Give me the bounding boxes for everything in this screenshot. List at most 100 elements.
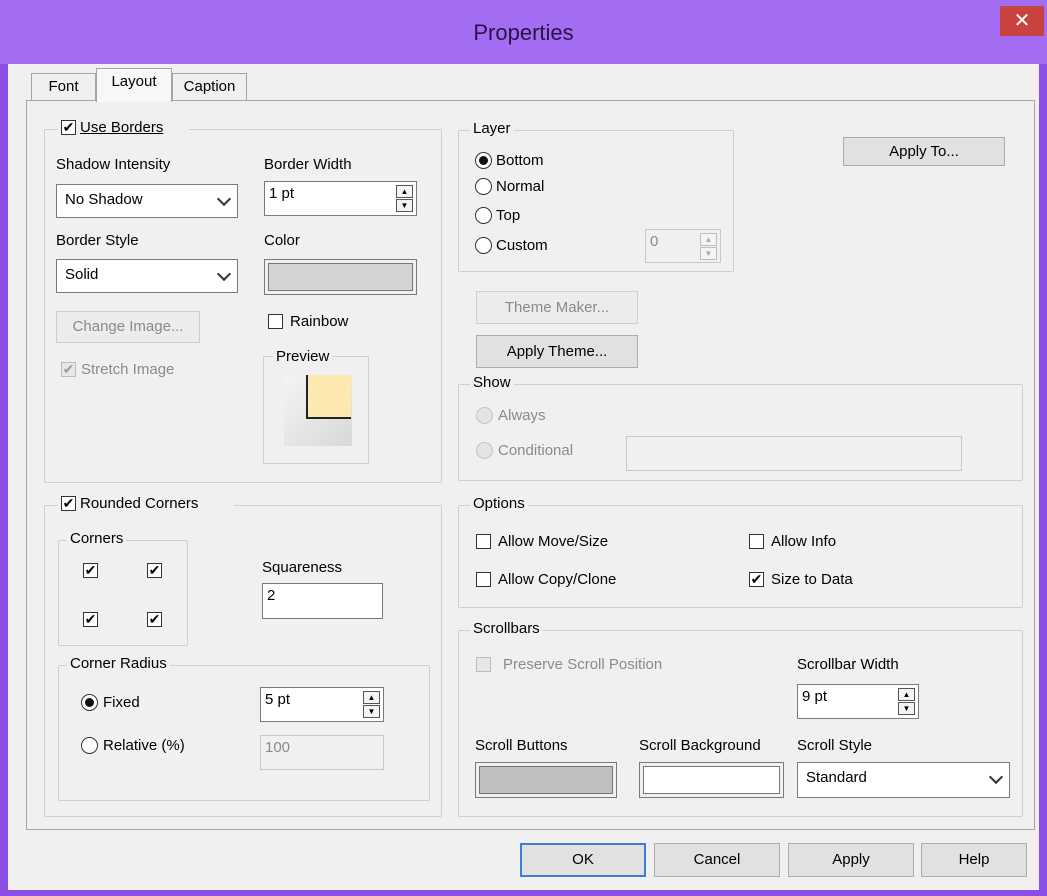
squareness-label: Squareness xyxy=(262,559,343,576)
fixed-radius-input[interactable]: 5 pt ▲ ▼ xyxy=(260,687,384,722)
shadow-intensity-value: No Shadow xyxy=(65,191,143,208)
apply-button[interactable]: Apply xyxy=(788,843,914,877)
layer-custom-radio[interactable] xyxy=(475,237,492,254)
layer-custom-input[interactable]: 0 ▲ ▼ xyxy=(645,229,721,263)
spin-up-icon[interactable]: ▲ xyxy=(898,688,915,701)
spin-down-icon[interactable]: ▼ xyxy=(363,705,380,718)
scroll-buttons-fill xyxy=(479,766,613,794)
tab-font[interactable]: Font xyxy=(31,73,96,100)
layer-custom-spinner[interactable]: ▲ ▼ xyxy=(700,233,717,261)
show-always-label: Always xyxy=(498,407,546,424)
corner-radius-label: Corner Radius xyxy=(67,655,170,673)
change-image-button[interactable]: Change Image... xyxy=(56,311,200,343)
border-width-input[interactable]: 1 pt ▲ ▼ xyxy=(264,181,417,216)
color-label: Color xyxy=(264,232,300,249)
layer-normal-radio[interactable] xyxy=(475,178,492,195)
scroll-background-label: Scroll Background xyxy=(639,737,761,754)
help-button[interactable]: Help xyxy=(921,843,1027,877)
scrollbar-width-spinner[interactable]: ▲ ▼ xyxy=(898,688,915,716)
allow-copy-clone-checkbox[interactable] xyxy=(476,572,491,587)
apply-to-button[interactable]: Apply To... xyxy=(843,137,1005,166)
scrollbar-width-input[interactable]: 9 pt ▲ ▼ xyxy=(797,684,919,719)
layer-top-radio[interactable] xyxy=(475,207,492,224)
corner-bottom-left-checkbox[interactable]: ✔ xyxy=(83,612,98,627)
spin-up-icon[interactable]: ▲ xyxy=(363,691,380,704)
close-button[interactable]: ✕ xyxy=(1000,6,1044,36)
conditional-input[interactable] xyxy=(626,436,962,471)
cancel-button[interactable]: Cancel xyxy=(654,843,780,877)
fixed-label: Fixed xyxy=(103,694,140,711)
scroll-style-value: Standard xyxy=(806,769,867,786)
border-style-value: Solid xyxy=(65,266,99,283)
corner-top-right-checkbox[interactable]: ✔ xyxy=(147,563,162,578)
corners-label: Corners xyxy=(67,530,127,548)
spin-down-icon[interactable]: ▼ xyxy=(898,702,915,715)
layer-label: Layer xyxy=(470,120,514,138)
relative-radius-input[interactable]: 100 xyxy=(260,735,384,770)
theme-maker-button[interactable]: Theme Maker... xyxy=(476,291,638,324)
ok-button[interactable]: OK xyxy=(520,843,646,877)
layer-bottom-radio[interactable] xyxy=(475,152,492,169)
spin-down-icon[interactable]: ▼ xyxy=(700,247,717,260)
layer-custom-label: Custom xyxy=(496,237,548,254)
show-conditional-label: Conditional xyxy=(498,442,574,459)
stretch-image-checkbox[interactable]: ✔ xyxy=(61,362,76,377)
chevron-down-icon xyxy=(216,266,232,282)
spin-up-icon[interactable]: ▲ xyxy=(396,185,413,198)
shadow-intensity-label: Shadow Intensity xyxy=(56,156,171,173)
border-style-select[interactable]: Solid xyxy=(56,259,238,293)
rounded-corners-checkbox[interactable]: ✔ xyxy=(61,496,76,511)
scroll-style-select[interactable]: Standard xyxy=(797,762,1010,798)
fixed-radio[interactable] xyxy=(81,694,98,711)
rainbow-checkbox[interactable] xyxy=(268,314,283,329)
allow-move-size-checkbox[interactable] xyxy=(476,534,491,549)
tab-layout[interactable]: Layout xyxy=(96,68,172,102)
fixed-radius-value: 5 pt xyxy=(265,691,291,708)
stretch-image-label: Stretch Image xyxy=(81,361,175,378)
preview-box xyxy=(306,375,351,419)
preserve-scroll-label: Preserve Scroll Position xyxy=(503,656,663,673)
layer-bottom-label: Bottom xyxy=(496,152,544,169)
options-group xyxy=(458,505,1023,608)
fixed-radius-spinner[interactable]: ▲ ▼ xyxy=(363,691,380,719)
spin-up-icon[interactable]: ▲ xyxy=(700,233,717,246)
tab-caption[interactable]: Caption xyxy=(172,73,247,100)
chevron-down-icon xyxy=(988,769,1004,785)
scroll-background-fill xyxy=(643,766,780,794)
squareness-input[interactable]: 2 xyxy=(262,583,383,619)
corner-bottom-right-checkbox[interactable]: ✔ xyxy=(147,612,162,627)
show-always-radio[interactable] xyxy=(476,407,493,424)
title-bar: Properties ✕ xyxy=(0,0,1047,64)
border-style-label: Border Style xyxy=(56,232,139,249)
chevron-down-icon xyxy=(216,191,232,207)
scrollbar-width-label: Scrollbar Width xyxy=(797,656,899,673)
layer-top-label: Top xyxy=(496,207,521,224)
shadow-intensity-select[interactable]: No Shadow xyxy=(56,184,238,218)
border-color-swatch[interactable] xyxy=(264,259,417,295)
scroll-buttons-label: Scroll Buttons xyxy=(475,737,568,754)
corners-group xyxy=(58,540,188,646)
use-borders-label: Use Borders xyxy=(80,119,164,136)
spin-down-icon[interactable]: ▼ xyxy=(396,199,413,212)
apply-theme-button[interactable]: Apply Theme... xyxy=(476,335,638,368)
show-label: Show xyxy=(470,374,514,392)
relative-radio[interactable] xyxy=(81,737,98,754)
allow-info-checkbox[interactable] xyxy=(749,534,764,549)
scroll-background-color[interactable] xyxy=(639,762,784,798)
layer-custom-value: 0 xyxy=(650,233,659,250)
use-borders-checkbox[interactable]: ✔ xyxy=(61,120,76,135)
scroll-style-label: Scroll Style xyxy=(797,737,873,754)
allow-copy-clone-label: Allow Copy/Clone xyxy=(498,571,617,588)
preserve-scroll-checkbox[interactable] xyxy=(476,657,491,672)
scrollbars-label: Scrollbars xyxy=(470,620,543,638)
window-title: Properties xyxy=(473,20,574,45)
border-width-label: Border Width xyxy=(264,156,352,173)
size-to-data-label: Size to Data xyxy=(771,571,853,588)
show-conditional-radio[interactable] xyxy=(476,442,493,459)
scroll-buttons-color[interactable] xyxy=(475,762,617,798)
border-width-value: 1 pt xyxy=(269,185,295,202)
allow-info-label: Allow Info xyxy=(771,533,837,550)
border-width-spinner[interactable]: ▲ ▼ xyxy=(396,185,413,213)
corner-top-left-checkbox[interactable]: ✔ xyxy=(83,563,98,578)
size-to-data-checkbox[interactable]: ✔ xyxy=(749,572,764,587)
